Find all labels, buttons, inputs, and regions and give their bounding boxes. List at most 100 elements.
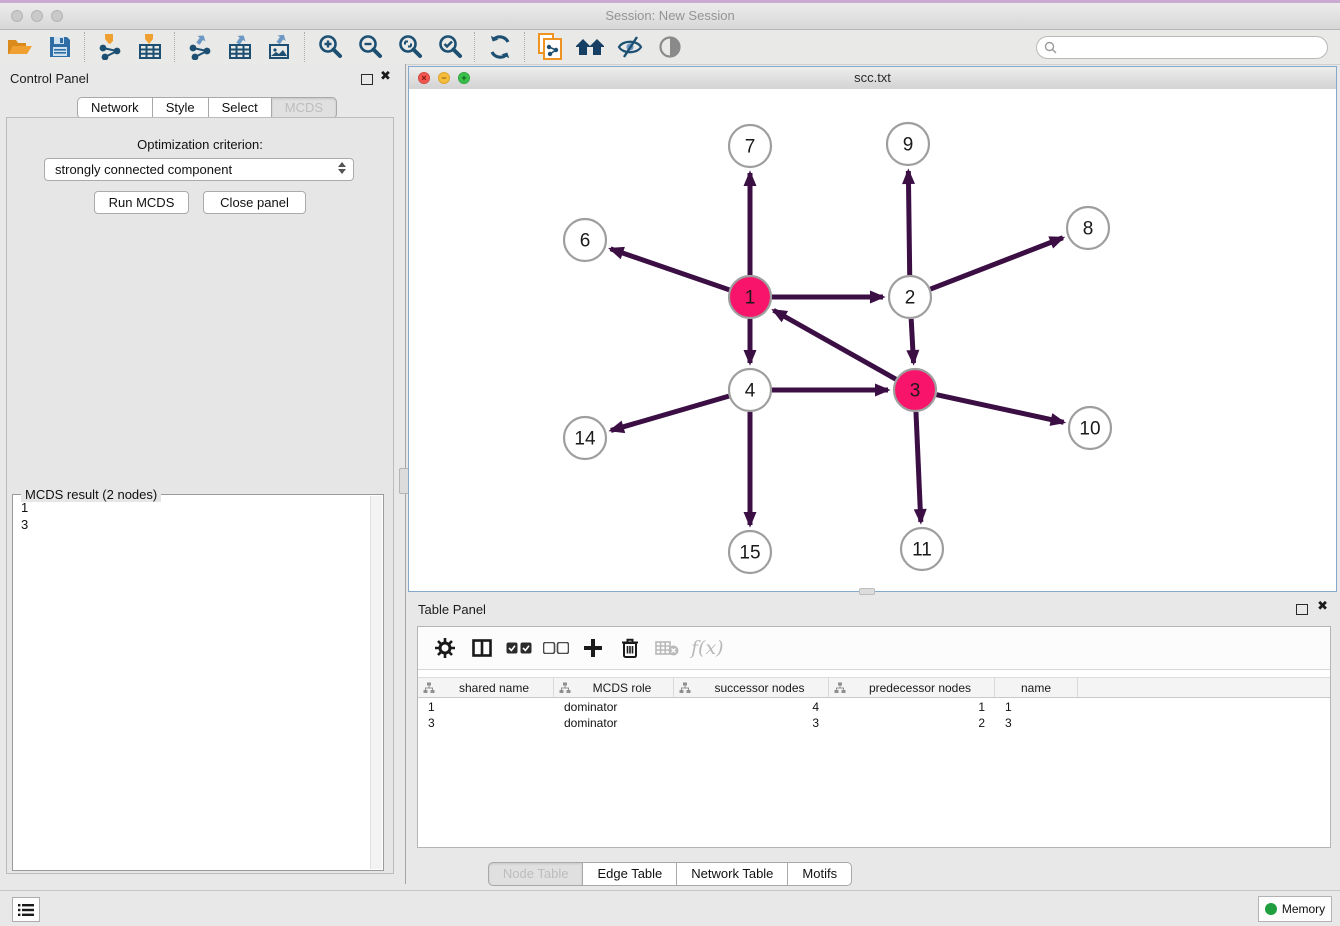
- table-panel-title: Table Panel: [418, 602, 486, 617]
- network-window-titlebar[interactable]: × − + scc.txt: [409, 67, 1336, 90]
- graph-edge-1-6[interactable]: [611, 249, 730, 290]
- close-table-panel-icon[interactable]: ✖: [1317, 601, 1328, 611]
- zoom-fit-icon[interactable]: [390, 31, 430, 63]
- svg-text:8: 8: [1083, 219, 1094, 240]
- network-canvas[interactable]: 7 9 6 8 1 2 4 3 14 10 15 11: [409, 89, 1336, 591]
- open-session-icon[interactable]: [0, 31, 40, 63]
- table-cell[interactable]: 1: [418, 699, 554, 715]
- home-overview-icon[interactable]: [570, 31, 610, 63]
- horizontal-splitter-grip[interactable]: [859, 588, 875, 595]
- graph-edge-3-10[interactable]: [936, 395, 1063, 423]
- memory-button[interactable]: Memory: [1258, 896, 1332, 922]
- column-header-successor-nodes[interactable]: successor nodes: [674, 678, 829, 697]
- close-panel-icon[interactable]: ✖: [380, 71, 391, 81]
- zoom-selected-icon[interactable]: [430, 31, 470, 63]
- hide-graphics-details-icon[interactable]: [610, 31, 650, 63]
- float-panel-icon[interactable]: [361, 72, 373, 90]
- table-cell[interactable]: 3: [995, 715, 1078, 731]
- delete-column-icon[interactable]: [611, 631, 648, 665]
- zoom-in-icon[interactable]: [310, 31, 350, 63]
- table-settings-gear-icon[interactable]: [426, 631, 463, 665]
- table-cell[interactable]: dominator: [554, 715, 674, 731]
- export-network-icon[interactable]: [180, 31, 220, 63]
- run-mcds-button[interactable]: Run MCDS: [94, 191, 189, 214]
- clone-network-icon[interactable]: [530, 31, 570, 63]
- graph-node-4[interactable]: 4: [729, 369, 771, 411]
- svg-text:7: 7: [745, 137, 756, 158]
- graph-edge-2-3[interactable]: [911, 319, 913, 363]
- graph-node-11[interactable]: 11: [901, 528, 943, 570]
- table-cell[interactable]: 1: [829, 699, 995, 715]
- select-all-rows-icon[interactable]: [500, 631, 537, 665]
- graph-node-9[interactable]: 9: [887, 123, 929, 165]
- graph-node-14[interactable]: 14: [564, 417, 606, 459]
- tab-style[interactable]: Style: [153, 97, 209, 119]
- graph-edge-4-14[interactable]: [611, 396, 729, 430]
- column-tree-icon: [423, 682, 435, 694]
- table-column-headers: shared nameMCDS role successor nodesprede…: [418, 677, 1330, 698]
- tab-network-table[interactable]: Network Table: [677, 862, 788, 886]
- node-table: f(x) shared nameMCDS role successor nodes…: [417, 626, 1331, 848]
- add-column-icon[interactable]: [574, 631, 611, 665]
- list-icon: [18, 903, 34, 917]
- svg-text:3: 3: [910, 381, 921, 402]
- graph-edge-3-1[interactable]: [774, 310, 896, 379]
- table-cell[interactable]: 3: [418, 715, 554, 731]
- tab-edge-table[interactable]: Edge Table: [583, 862, 677, 886]
- tab-motifs[interactable]: Motifs: [788, 862, 852, 886]
- table-cell[interactable]: 1: [995, 699, 1078, 715]
- main-titlebar: Session: New Session: [0, 3, 1340, 30]
- mcds-result-node: 1: [21, 499, 369, 516]
- tab-mcds[interactable]: MCDS: [272, 97, 337, 119]
- task-history-button[interactable]: [12, 897, 40, 922]
- graph-edge-2-9[interactable]: [908, 171, 909, 275]
- tab-node-table[interactable]: Node Table: [488, 862, 584, 886]
- graph-node-10[interactable]: 10: [1069, 407, 1111, 449]
- control-panel-header: Control Panel ✖: [0, 64, 405, 92]
- graph-node-2[interactable]: 2: [889, 276, 931, 318]
- graph-node-6[interactable]: 6: [564, 219, 606, 261]
- refresh-layout-icon[interactable]: [480, 31, 520, 63]
- import-table-icon[interactable]: [130, 31, 170, 63]
- column-header-name[interactable]: name: [995, 678, 1078, 697]
- table-cell[interactable]: 3: [674, 715, 829, 731]
- graph-node-8[interactable]: 8: [1067, 207, 1109, 249]
- float-table-panel-icon[interactable]: [1296, 602, 1308, 620]
- graph-node-7[interactable]: 7: [729, 125, 771, 167]
- graph-node-15[interactable]: 15: [729, 531, 771, 573]
- tab-network[interactable]: Network: [77, 97, 153, 119]
- column-header-predecessor-nodes[interactable]: predecessor nodes: [829, 678, 995, 697]
- search-icon: [1044, 41, 1057, 54]
- save-session-icon[interactable]: [40, 31, 80, 63]
- zoom-out-icon[interactable]: [350, 31, 390, 63]
- graph-node-3[interactable]: 3: [894, 369, 936, 411]
- table-cell[interactable]: dominator: [554, 699, 674, 715]
- optimization-criterion-select[interactable]: strongly connected component: [44, 158, 354, 181]
- table-panel-tabs: Node TableEdge TableNetwork TableMotifs: [0, 862, 1340, 886]
- table-row[interactable]: 1dominator411: [418, 699, 1330, 715]
- column-header-shared-name[interactable]: shared name: [418, 678, 554, 697]
- graph-edge-3-11[interactable]: [916, 412, 921, 522]
- table-row[interactable]: 3dominator323: [418, 715, 1330, 731]
- graph-edge-2-8[interactable]: [931, 238, 1063, 289]
- table-cell[interactable]: 4: [674, 699, 829, 715]
- export-table-icon[interactable]: [220, 31, 260, 63]
- result-scrollbar[interactable]: [370, 496, 382, 869]
- birds-eye-view-icon[interactable]: [650, 31, 690, 63]
- close-panel-button[interactable]: Close panel: [203, 191, 306, 214]
- search-input[interactable]: [1036, 36, 1328, 59]
- mcds-result-list[interactable]: 13: [15, 499, 369, 868]
- function-builder-icon[interactable]: f(x): [691, 637, 724, 659]
- column-header-label: successor nodes: [691, 681, 828, 695]
- export-image-icon[interactable]: [260, 31, 300, 63]
- table-cell[interactable]: 2: [829, 715, 995, 731]
- column-layout-icon[interactable]: [463, 631, 500, 665]
- tab-select[interactable]: Select: [209, 97, 272, 119]
- import-network-icon[interactable]: [90, 31, 130, 63]
- deselect-all-rows-icon[interactable]: [537, 631, 574, 665]
- column-header-mcds-role[interactable]: MCDS role: [554, 678, 674, 697]
- select-stepper-icon: [338, 162, 346, 174]
- graph-node-1[interactable]: 1: [729, 276, 771, 318]
- delete-table-icon[interactable]: [648, 631, 685, 665]
- optimization-criterion-label: Optimization criterion:: [0, 137, 400, 152]
